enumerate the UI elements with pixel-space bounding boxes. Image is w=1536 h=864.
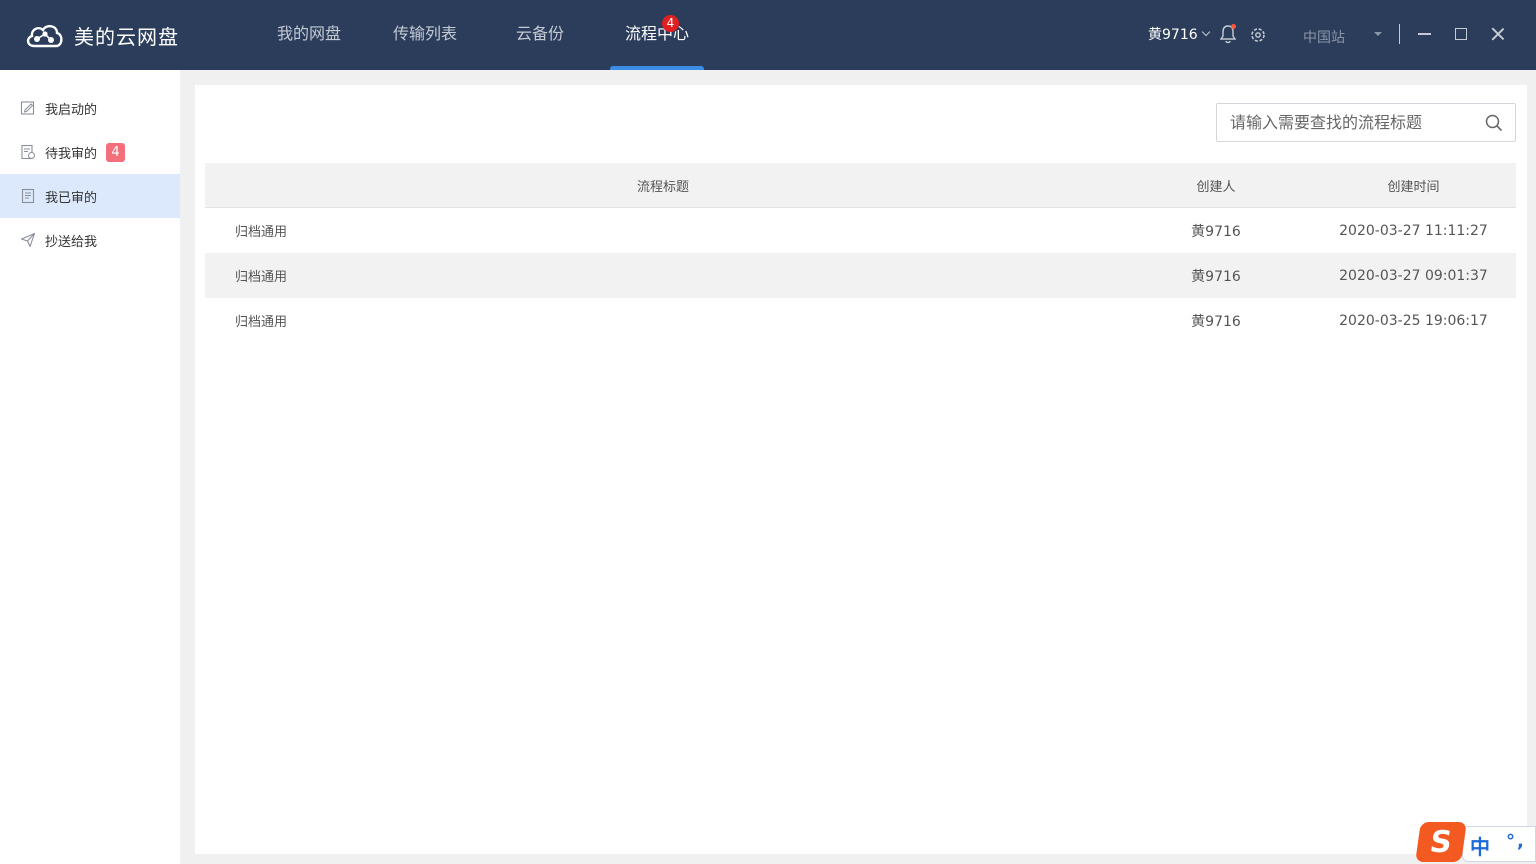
site-selector[interactable]: 中国站 (1303, 27, 1345, 47)
gear-icon[interactable] (1249, 26, 1267, 44)
search-icon[interactable] (1485, 114, 1503, 132)
user-menu[interactable]: 黄9716 (1148, 24, 1210, 44)
sogou-logo-icon: S (1415, 822, 1467, 862)
username: 黄9716 (1148, 27, 1198, 43)
row-title: 归档通用 (235, 270, 288, 285)
pending-doc-icon (21, 144, 35, 160)
tab-my-drive[interactable]: 我的网盘 (250, 0, 368, 70)
sidebar-item-cc-to-me[interactable]: 抄送给我 (0, 218, 180, 262)
chevron-down-icon (1201, 27, 1210, 37)
row-title: 归档通用 (235, 315, 288, 330)
sidebar-item-started-by-me[interactable]: 我启动的 (0, 86, 180, 130)
top-bar: 美的云网盘 我的网盘 传输列表 云备份 流程中心 4 黄9716 中国站 (0, 0, 1536, 70)
tab-cloud-backup[interactable]: 云备份 (482, 0, 598, 70)
ime-toolbar[interactable]: S 中 °, (1415, 822, 1536, 864)
search-box (1216, 103, 1516, 142)
ime-mode[interactable]: 中 (1470, 831, 1490, 860)
row-time: 2020-03-27 09:01:37 (1339, 267, 1488, 284)
table-row[interactable]: 归档通用 黄9716 2020-03-27 09:01:37 (205, 253, 1516, 298)
divider (1399, 24, 1400, 44)
minimize-icon[interactable] (1416, 24, 1434, 44)
ime-punctuation[interactable]: °, (1506, 831, 1526, 852)
table-row[interactable]: 归档通用 黄9716 2020-03-27 11:11:27 (205, 208, 1516, 253)
tab-workflow-center-label: 流程中心 (624, 24, 689, 43)
row-time: 2020-03-27 11:11:27 (1339, 222, 1488, 239)
search-input[interactable] (1217, 104, 1477, 141)
app-title: 美的云网盘 (74, 24, 179, 49)
sidebar-item-label: 待我审的 (45, 146, 98, 162)
main-nav: 我的网盘 传输列表 云备份 流程中心 4 (250, 0, 716, 70)
notification-dot (1231, 24, 1236, 29)
column-header-title: 流程标题 (636, 179, 689, 195)
tab-transfer-list[interactable]: 传输列表 (368, 0, 482, 70)
workflow-count-badge: 4 (662, 15, 679, 32)
row-time: 2020-03-25 19:06:17 (1339, 312, 1488, 329)
row-creator: 黄9716 (1191, 268, 1241, 285)
cloud-logo-icon (26, 25, 63, 48)
row-creator: 黄9716 (1191, 223, 1241, 240)
site-dropdown-icon[interactable] (1374, 32, 1382, 36)
sidebar-item-label: 抄送给我 (45, 234, 98, 250)
send-icon (20, 232, 36, 248)
pending-count-badge: 4 (106, 142, 126, 162)
maximize-icon[interactable] (1455, 28, 1467, 40)
sidebar-item-label: 我已审的 (45, 190, 98, 206)
sidebar-item-reviewed[interactable]: 我已审的 (0, 174, 180, 218)
close-icon[interactable] (1490, 26, 1506, 42)
sidebar-item-pending-review[interactable]: 待我审的 4 (0, 130, 180, 174)
row-creator: 黄9716 (1191, 313, 1241, 330)
app-logo: 美的云网盘 (24, 18, 179, 52)
table-header: 流程标题 创建人 创建时间 (205, 163, 1516, 208)
column-header-creator: 创建人 (1196, 179, 1236, 195)
table-row[interactable]: 归档通用 黄9716 2020-03-25 19:06:17 (205, 298, 1516, 343)
workflow-table: 流程标题 创建人 创建时间 归档通用 黄9716 2020-03-27 11:1… (205, 163, 1516, 343)
tab-workflow-center[interactable]: 流程中心 4 (598, 0, 716, 70)
edit-doc-icon (20, 101, 35, 115)
sidebar-item-label: 我启动的 (45, 102, 98, 118)
reviewed-doc-icon (21, 188, 35, 204)
column-header-time: 创建时间 (1387, 179, 1440, 195)
row-title: 归档通用 (235, 225, 288, 240)
main-panel: 流程标题 创建人 创建时间 归档通用 黄9716 2020-03-27 11:1… (195, 85, 1527, 854)
sidebar: 我启动的 待我审的 4 我已审的 抄送给我 (0, 70, 180, 864)
